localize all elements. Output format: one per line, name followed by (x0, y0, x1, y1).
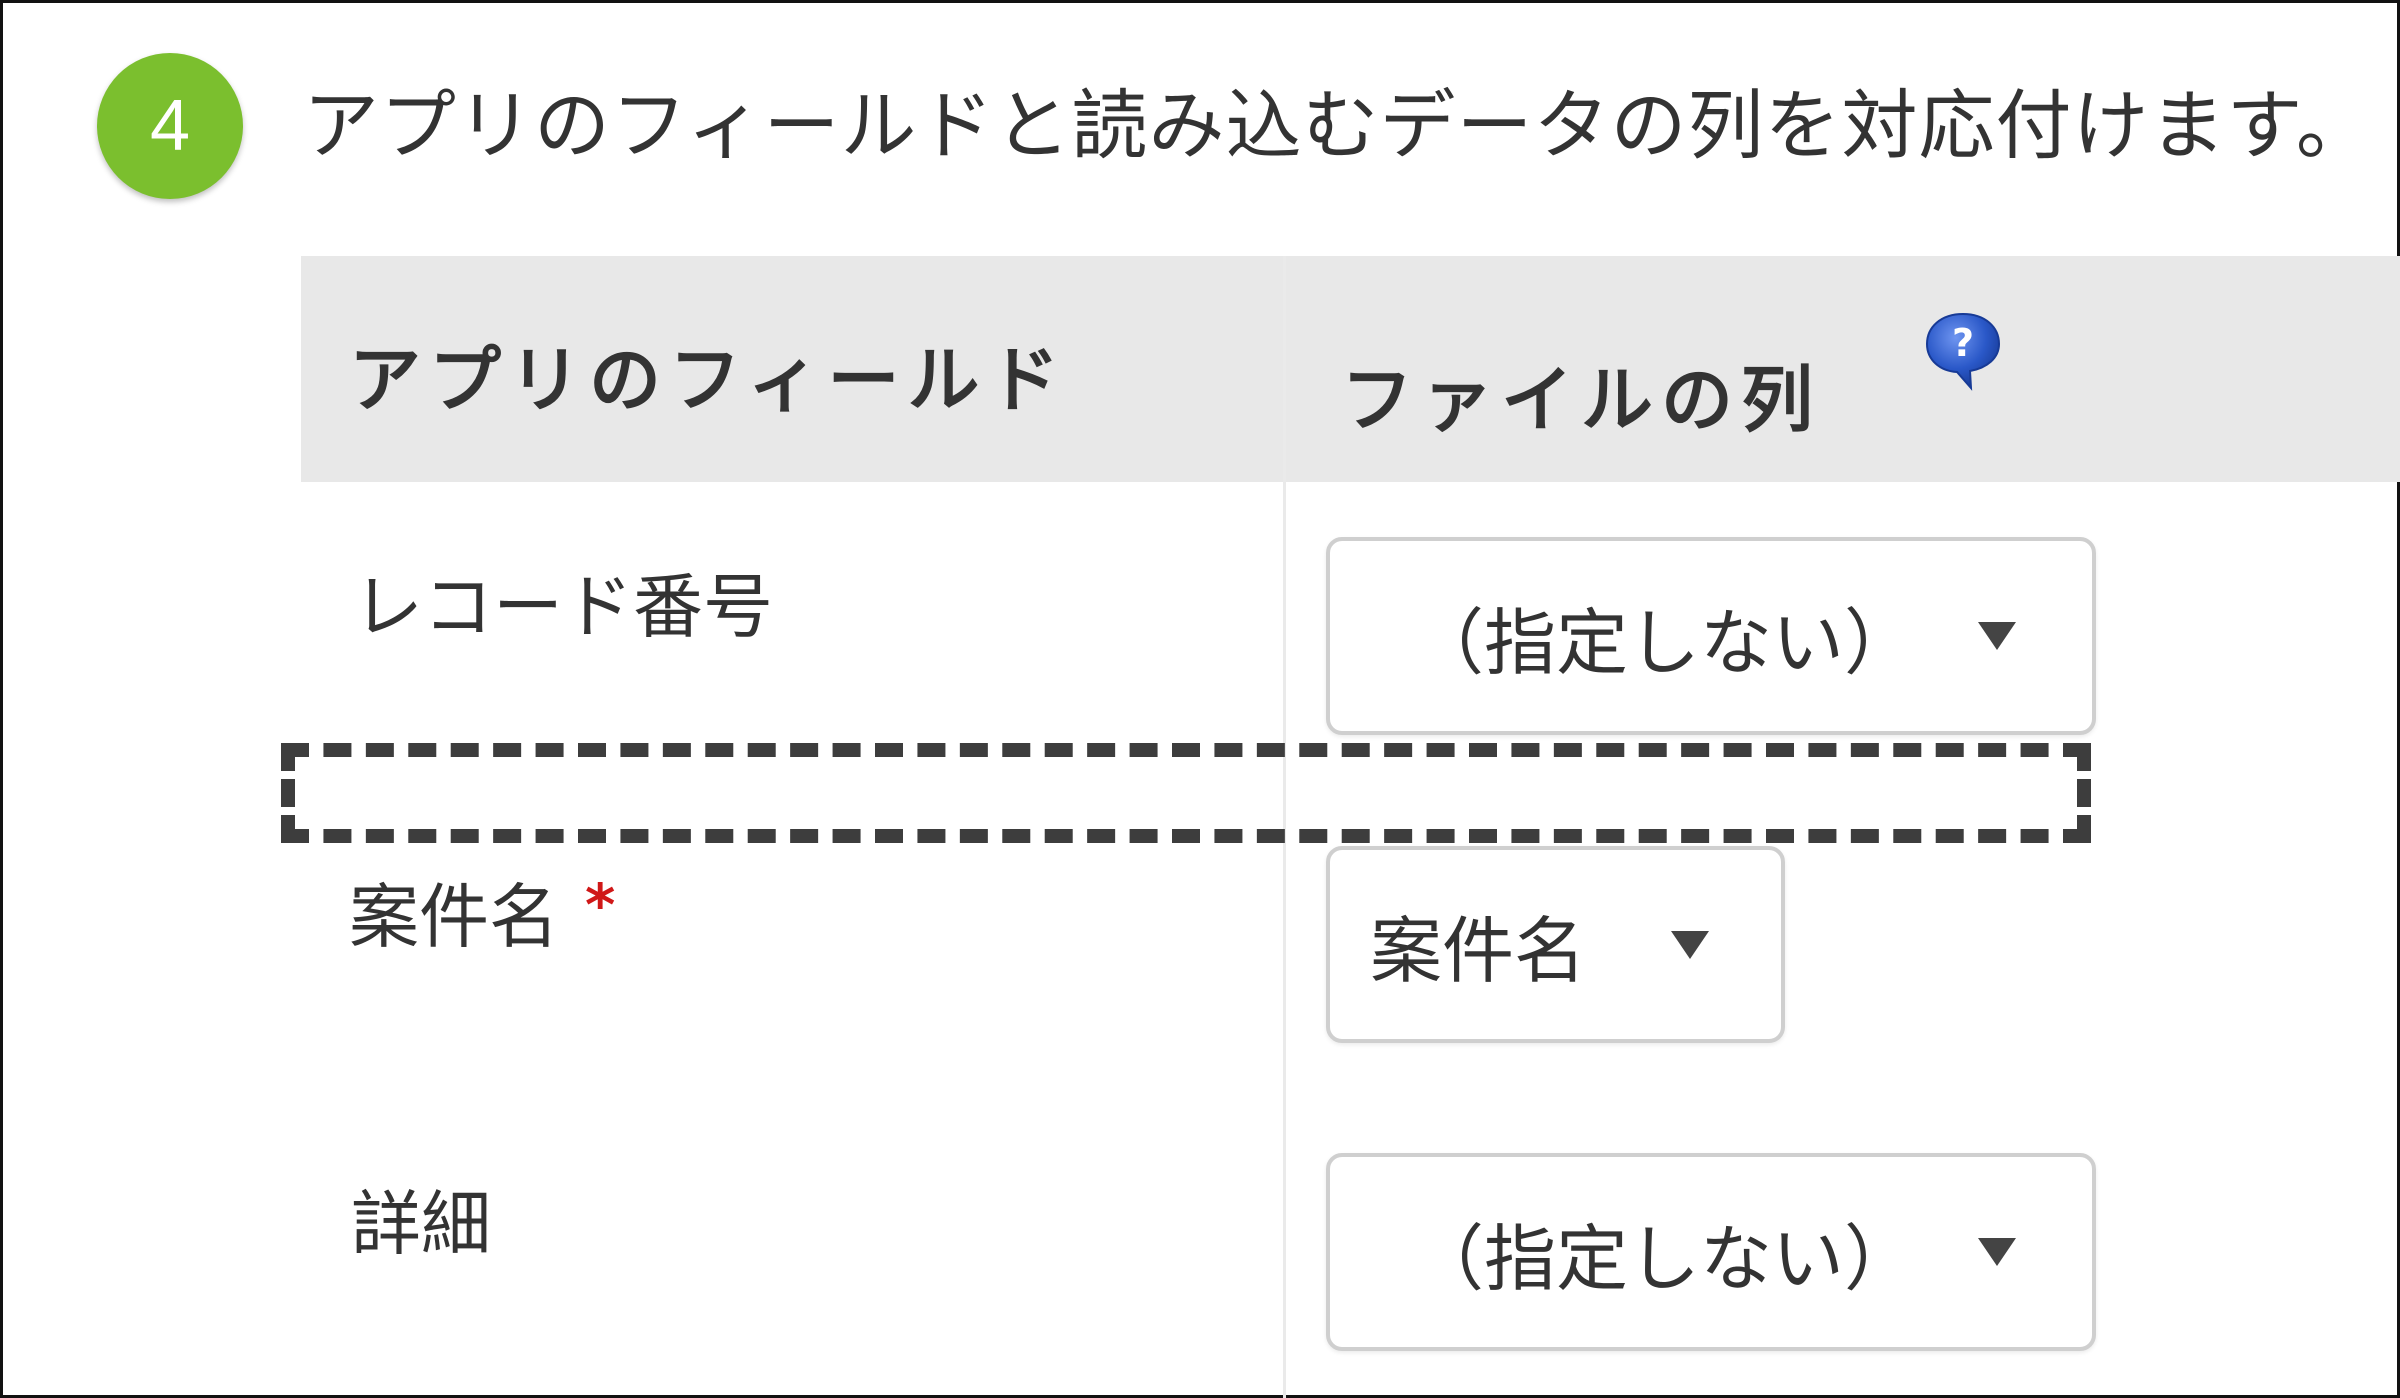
drop-target-placeholder[interactable] (281, 743, 2091, 843)
dialog-frame: 4 アプリのフィールドと読み込むデータの列を対応付けます。 アプリのフィールド … (0, 0, 2400, 1398)
field-label-project-name: 案件名 * (349, 861, 615, 962)
step-instruction: アプリのフィールドと読み込むデータの列を対応付けます。 (303, 81, 2373, 170)
select-value: （指定しない） (1412, 1216, 1917, 1301)
field-name: 案件名 (349, 876, 559, 958)
select-value: （指定しない） (1412, 600, 1917, 685)
column-select-record-number[interactable]: （指定しない） (1326, 537, 2096, 735)
chevron-down-icon (1978, 1238, 2016, 1266)
select-value: 案件名 (1370, 909, 1587, 993)
field-name: 詳細 (351, 1183, 491, 1265)
step-number: 4 (149, 86, 191, 166)
field-name: レコード番号 (353, 566, 773, 648)
step-number-badge: 4 (97, 53, 243, 199)
field-label-details: 詳細 (351, 1168, 491, 1269)
column-select-details[interactable]: （指定しない） (1326, 1153, 2096, 1351)
column-select-project-name[interactable]: 案件名 (1326, 846, 1785, 1043)
header-file-column: ファイルの列 (1341, 358, 1822, 442)
field-label-record-number: レコード番号 (353, 551, 773, 652)
header-app-field: アプリのフィールド (349, 338, 1068, 422)
svg-text:?: ? (1952, 321, 1974, 365)
help-question-icon[interactable]: ? (1921, 308, 2005, 392)
chevron-down-icon (1671, 930, 1709, 959)
chevron-down-icon (1978, 622, 2016, 650)
required-mark: * (585, 871, 616, 939)
